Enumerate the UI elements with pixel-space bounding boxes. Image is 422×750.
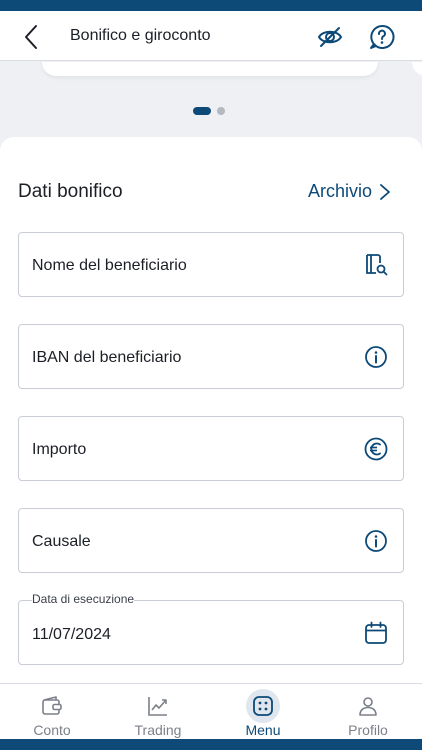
tab-conto[interactable]: Conto xyxy=(0,684,104,740)
bottom-brand-strip xyxy=(0,739,422,750)
pagination-dot[interactable] xyxy=(217,106,225,115)
help-icon[interactable] xyxy=(368,23,396,51)
hide-balance-eye-icon[interactable] xyxy=(316,23,344,51)
archive-link-label: Archivio xyxy=(307,181,372,201)
address-book-search-icon[interactable] xyxy=(363,252,389,278)
info-icon[interactable] xyxy=(363,344,389,370)
section-title: Dati bonifico xyxy=(18,181,123,202)
tab-label: Profilo xyxy=(348,722,388,738)
reason-placeholder: Causale xyxy=(32,533,91,550)
amount-field[interactable]: Importo xyxy=(18,416,404,481)
beneficiary-name-field[interactable]: Nome del beneficiario xyxy=(18,232,404,297)
carousel-pagination xyxy=(193,106,225,115)
top-app-bar: Bonifico e giroconto xyxy=(0,11,422,61)
tab-label: Trading xyxy=(134,722,182,738)
tab-label: Menu xyxy=(245,722,281,738)
info-icon[interactable] xyxy=(363,528,389,554)
execution-date-label: Data di esecuzione xyxy=(32,592,135,606)
pagination-dot-active[interactable] xyxy=(193,106,211,115)
account-carousel[interactable] xyxy=(0,62,422,142)
archive-link[interactable]: Archivio xyxy=(308,181,392,202)
person-icon xyxy=(351,689,385,723)
menu-grid-icon xyxy=(246,689,280,723)
wallet-icon xyxy=(35,689,69,723)
amount-placeholder: Importo xyxy=(32,441,87,458)
euro-icon xyxy=(364,437,388,461)
reason-field[interactable]: Causale xyxy=(18,508,404,573)
chevron-right-icon xyxy=(380,183,390,200)
beneficiary-name-placeholder: Nome del beneficiario xyxy=(32,257,187,274)
next-account-card[interactable] xyxy=(412,62,422,76)
tab-profilo[interactable]: Profilo xyxy=(316,684,420,740)
execution-date-value: 11/07/2024 xyxy=(32,626,111,643)
beneficiary-iban-field[interactable]: IBAN del beneficiario xyxy=(18,324,404,389)
account-card[interactable] xyxy=(42,62,378,76)
bottom-tab-bar: Conto Trading Menu Profilo xyxy=(0,683,422,739)
page-title: Bonifico e giroconto xyxy=(70,27,211,44)
tab-label: Conto xyxy=(33,722,71,738)
beneficiary-iban-placeholder: IBAN del beneficiario xyxy=(32,349,182,366)
chart-trend-icon xyxy=(141,689,175,723)
transfer-form-sheet: Dati bonifico Archivio Nome del benefici… xyxy=(0,137,422,697)
back-arrow-icon[interactable] xyxy=(18,23,46,51)
execution-date-field[interactable]: Data di esecuzione 11/07/2024 xyxy=(18,592,404,665)
top-brand-strip xyxy=(0,0,422,11)
calendar-icon[interactable] xyxy=(363,620,389,646)
tab-trading[interactable]: Trading xyxy=(106,684,210,740)
tab-menu[interactable]: Menu xyxy=(211,684,315,740)
